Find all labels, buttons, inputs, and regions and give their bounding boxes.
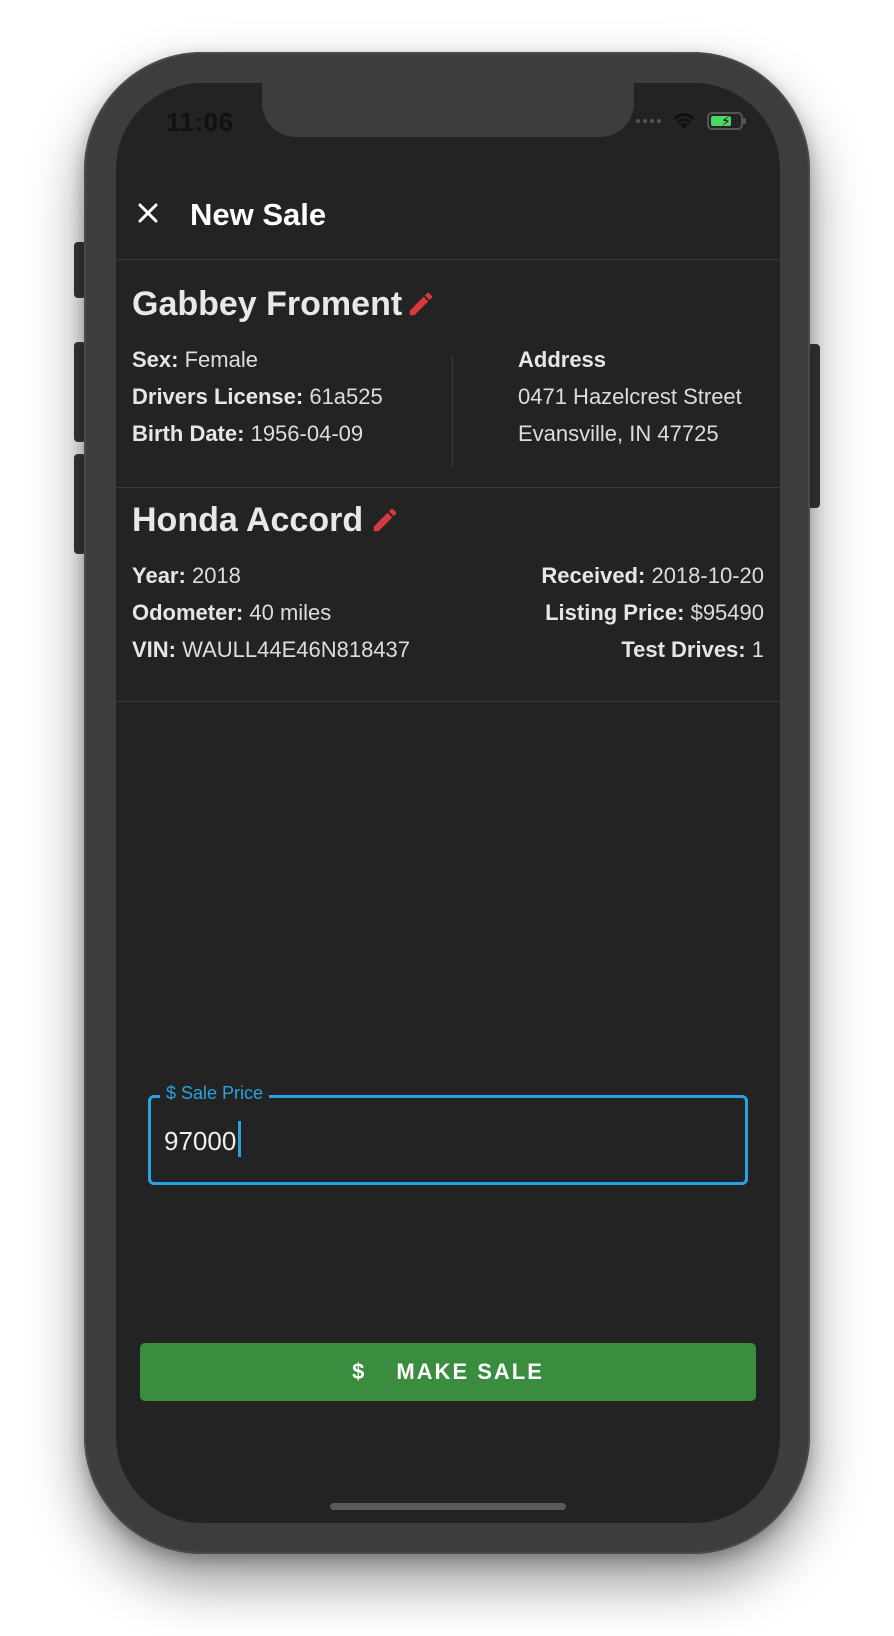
notch — [262, 83, 634, 137]
edit-customer-icon[interactable] — [406, 289, 436, 319]
screen: 11:06 ⚡ New Sale Gabbey Froment Sex: Fem… — [116, 83, 780, 1523]
vehicle-details-right: Received: 2018-10-20 Listing Price: $954… — [541, 557, 764, 668]
app-bar: New Sale — [116, 175, 780, 255]
sex-row: Sex: Female — [132, 347, 258, 372]
divider — [116, 259, 780, 260]
signal-icon — [636, 119, 661, 123]
make-sale-label: MAKE SALE — [396, 1359, 544, 1384]
dollar-icon: $ — [352, 1359, 367, 1384]
vehicle-details-left: Year: 2018 Odometer: 40 miles VIN: WAULL… — [132, 557, 410, 668]
listing-price-row: Listing Price: $95490 — [545, 600, 764, 625]
battery-icon: ⚡ — [707, 112, 746, 130]
received-row: Received: 2018-10-20 — [541, 563, 764, 588]
year-row: Year: 2018 — [132, 563, 241, 588]
wifi-icon — [672, 113, 696, 129]
sale-price-label: $ Sale Price — [160, 1083, 270, 1104]
status-time: 11:06 — [166, 107, 234, 137]
odometer-row: Odometer: 40 miles — [132, 600, 332, 625]
address-label: Address — [518, 347, 607, 372]
sale-price-input[interactable] — [164, 1123, 724, 1159]
vehicle-name: Honda Accord — [132, 501, 364, 539]
address-line-2: Evansville, IN 47725 — [518, 421, 719, 446]
customer-details: Sex: Female Drivers License: 61a525 Birt… — [132, 341, 383, 452]
text-caret — [238, 1121, 241, 1157]
vin-row: VIN: WAULL44E46N818437 — [132, 637, 411, 662]
edit-vehicle-icon[interactable] — [370, 505, 400, 535]
divider — [116, 487, 780, 488]
customer-name: Gabbey Froment — [132, 285, 403, 323]
birth-date-row: Birth Date: 1956-04-09 — [132, 421, 364, 446]
test-drives-row: Test Drives: 1 — [621, 637, 764, 662]
column-divider — [452, 355, 453, 467]
status-icons: ⚡ — [636, 111, 746, 131]
make-sale-button[interactable]: $ MAKE SALE — [140, 1343, 756, 1401]
address-line-1: 0471 Hazelcrest Street — [518, 384, 742, 409]
divider — [116, 701, 780, 702]
customer-address: Address 0471 Hazelcrest Street Evansvill… — [518, 341, 742, 452]
close-icon[interactable] — [126, 191, 170, 235]
device-stage: 11:06 ⚡ New Sale Gabbey Froment Sex: Fem… — [0, 0, 894, 1636]
page-title: New Sale — [190, 197, 327, 232]
license-row: Drivers License: 61a525 — [132, 384, 383, 409]
home-indicator[interactable] — [330, 1503, 566, 1510]
